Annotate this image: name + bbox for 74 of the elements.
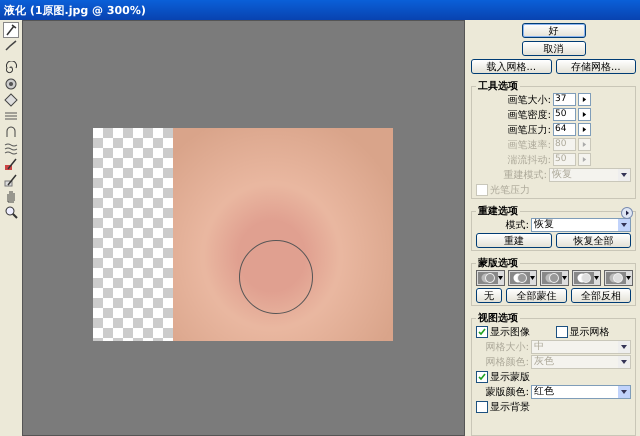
- mask-button[interactable]: 无: [476, 288, 502, 303]
- pucker-icon[interactable]: [4, 77, 18, 91]
- field-label: 网格大小:: [486, 340, 529, 354]
- caret-icon: [562, 276, 567, 280]
- mesh-button[interactable]: 存储网格...: [556, 59, 636, 74]
- group-title: 视图选项: [476, 312, 519, 325]
- checkbox-label: 显示图像: [490, 326, 530, 338]
- triangle-icon: [582, 97, 587, 102]
- mesh-button[interactable]: 载入网格...: [471, 59, 552, 74]
- zoom-icon[interactable]: [4, 205, 18, 219]
- checkbox[interactable]: [556, 326, 568, 338]
- field-label: 画笔大小:: [508, 94, 551, 106]
- caret-icon: [498, 276, 503, 280]
- checkbox-label: 显示蒙版: [490, 370, 530, 384]
- number-field[interactable]: 37: [553, 93, 576, 106]
- swirl-icon[interactable]: [4, 61, 18, 75]
- check-icon: [478, 328, 486, 336]
- checkbox-label: 显示网格: [570, 326, 610, 338]
- checkbox-label: 显示背景: [490, 400, 530, 414]
- bloat-icon[interactable]: [4, 93, 18, 107]
- mask-mode-button[interactable]: [604, 270, 633, 286]
- field-label: 重建模式:: [504, 168, 547, 182]
- freeze-brush-icon[interactable]: [4, 157, 18, 171]
- arrow-button[interactable]: [578, 108, 591, 121]
- caret-icon: [618, 340, 630, 352]
- mask-button[interactable]: 全部反相: [570, 288, 631, 303]
- brush-cursor-icon: [239, 240, 313, 314]
- reconstruct-button[interactable]: 重建: [476, 233, 552, 248]
- mask-mode-button[interactable]: [508, 270, 537, 286]
- mask-button[interactable]: 全部蒙住: [506, 288, 566, 303]
- triangle-icon: [582, 127, 587, 132]
- caret-icon: [618, 168, 630, 180]
- triangle-icon: [582, 142, 587, 147]
- check-icon: [478, 372, 486, 380]
- number-field[interactable]: 50: [553, 108, 576, 121]
- field-label: 湍流抖动:: [508, 154, 551, 166]
- field-label: 蒙版颜色:: [486, 386, 529, 398]
- group-title: 蒙版选项: [477, 256, 519, 270]
- dialog-button[interactable]: 取消: [522, 41, 586, 56]
- dropdown[interactable]: 红色: [531, 384, 631, 398]
- dropdown[interactable]: 恢复: [531, 218, 631, 232]
- field-label: 模式:: [506, 218, 529, 232]
- brush-icon[interactable]: [4, 39, 18, 53]
- warp-brush-icon[interactable]: [4, 23, 18, 37]
- caret-icon: [626, 276, 631, 280]
- checkbox[interactable]: [476, 326, 488, 338]
- window-title: 液化 (1原图.jpg @ 300%): [4, 2, 146, 18]
- arrow-button[interactable]: [578, 93, 591, 106]
- caret-icon: [530, 276, 535, 280]
- mask-mode-button[interactable]: [540, 270, 569, 286]
- reconstruct-button[interactable]: 恢复全部: [556, 233, 631, 248]
- checkbox[interactable]: [476, 400, 488, 412]
- caret-icon: [618, 386, 630, 398]
- dialog-button[interactable]: 好: [522, 23, 586, 38]
- field-label: 画笔速率:: [508, 138, 551, 152]
- mirror-icon[interactable]: [4, 125, 18, 139]
- number-field[interactable]: 64: [553, 123, 576, 136]
- field-label: 网格颜色:: [486, 356, 529, 368]
- caret-icon: [618, 356, 630, 368]
- caret-icon: [618, 218, 630, 230]
- wave-icon[interactable]: [4, 141, 18, 155]
- triangle-icon: [582, 112, 587, 117]
- mask-mode-button[interactable]: [572, 270, 601, 286]
- arrow-button[interactable]: [578, 123, 591, 136]
- mask-mode-button[interactable]: [476, 270, 505, 286]
- caret-icon: [594, 276, 599, 280]
- group-title: 重建选项: [477, 204, 519, 218]
- checkbox-label: 光笔压力: [490, 184, 530, 196]
- field-label: 画笔压力:: [508, 124, 551, 136]
- group-title: 工具选项: [477, 80, 519, 93]
- checkbox[interactable]: [476, 370, 488, 382]
- field-label: 画笔密度:: [508, 108, 551, 122]
- thaw-brush-icon[interactable]: [4, 173, 18, 187]
- triangle-icon: [582, 157, 587, 162]
